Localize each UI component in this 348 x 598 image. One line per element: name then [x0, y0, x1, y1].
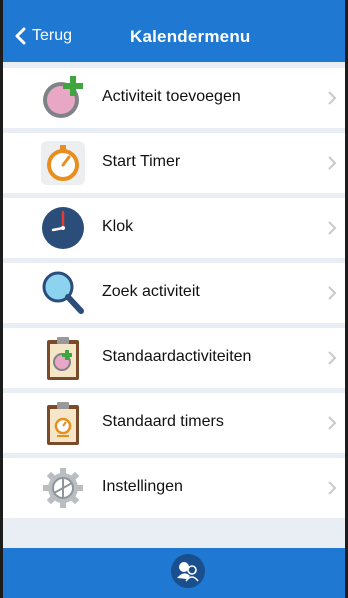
footer-bar	[3, 548, 345, 598]
menu-list: Activiteit toevoegen Start Timer Klok Zo…	[3, 62, 345, 518]
users-button[interactable]	[171, 554, 205, 588]
menu-item-label: Klok	[102, 218, 134, 235]
menu-item-instellingen[interactable]: Instellingen	[3, 458, 345, 518]
chevron-right-icon	[328, 481, 337, 495]
chevron-right-icon	[328, 221, 337, 235]
menu-item-activiteit-toevoegen[interactable]: Activiteit toevoegen	[3, 68, 345, 128]
menu-item-label: Start Timer	[102, 153, 181, 170]
search-icon	[39, 269, 87, 317]
clipboard-timer-icon	[39, 399, 87, 447]
menu-item-label: Instellingen	[102, 478, 183, 495]
chevron-left-icon	[15, 27, 26, 45]
back-label: Terug	[32, 27, 73, 44]
gear-icon	[39, 464, 87, 512]
menu-item-zoek-activiteit[interactable]: Zoek activiteit	[3, 263, 345, 323]
menu-item-standaard-timers[interactable]: Standaard timers	[3, 393, 345, 453]
menu-item-standaardactiviteiten[interactable]: Standaardactiviteiten	[3, 328, 345, 388]
header-bar: Terug Kalendermenu	[3, 0, 345, 62]
chevron-right-icon	[328, 91, 337, 105]
menu-item-label: Standaard timers	[102, 413, 224, 430]
users-icon	[177, 562, 199, 582]
add-activity-icon	[39, 74, 87, 122]
clock-icon	[39, 204, 87, 252]
back-button[interactable]: Terug	[13, 26, 72, 46]
chevron-right-icon	[328, 351, 337, 365]
menu-item-label: Standaardactiviteiten	[102, 348, 252, 365]
chevron-right-icon	[328, 156, 337, 170]
page-title: Kalendermenu	[130, 27, 251, 46]
clipboard-activity-icon	[39, 334, 87, 382]
menu-item-label: Activiteit toevoegen	[102, 88, 241, 105]
chevron-right-icon	[328, 286, 337, 300]
menu-item-klok[interactable]: Klok	[3, 198, 345, 258]
timer-icon	[39, 139, 87, 187]
menu-item-label: Zoek activiteit	[102, 283, 200, 300]
menu-item-start-timer[interactable]: Start Timer	[3, 133, 345, 193]
chevron-right-icon	[328, 416, 337, 430]
